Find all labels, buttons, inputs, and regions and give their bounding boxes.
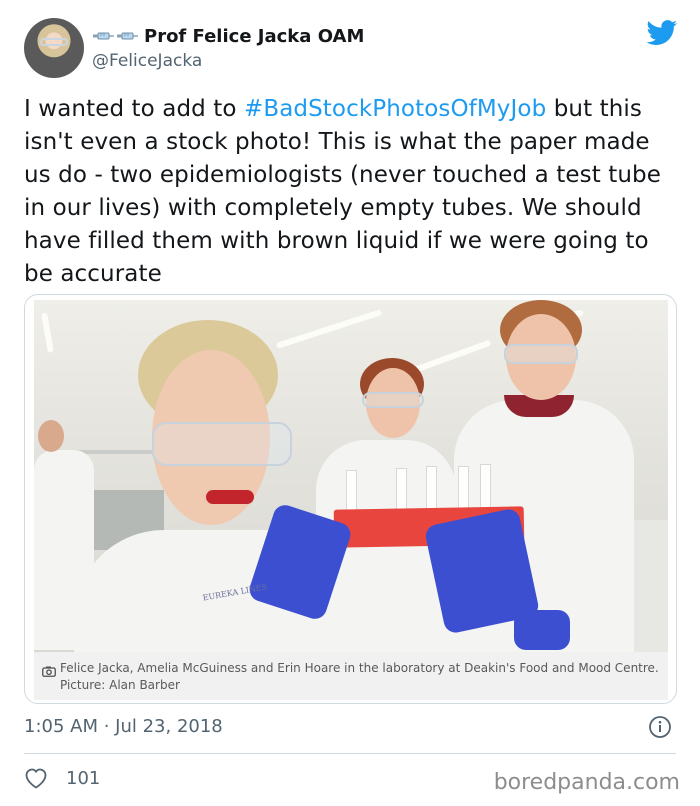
tweet-text-start: I wanted to add to (24, 96, 244, 122)
photo-caption: Felice Jacka, Amelia McGuiness and Erin … (60, 661, 659, 692)
like-button[interactable]: 101 (24, 767, 100, 789)
syringe-icon (116, 29, 138, 43)
tweet-text: I wanted to add to #BadStockPhotosOfMyJo… (24, 93, 674, 291)
like-count: 101 (66, 767, 101, 789)
photo-caption-bar: Felice Jacka, Amelia McGuiness and Erin … (34, 652, 668, 700)
watermark: boredpanda.com (493, 770, 680, 795)
display-name[interactable]: Prof Felice Jacka OAM (144, 26, 364, 47)
test-tube (426, 466, 437, 514)
heart-icon[interactable] (24, 767, 48, 789)
person-front-goggles (152, 422, 292, 466)
person-middle-goggles (362, 392, 424, 408)
divider (24, 753, 676, 754)
hashtag-link[interactable]: #BadStockPhotosOfMyJob (244, 96, 546, 122)
avatar[interactable] (24, 18, 84, 78)
camera-icon (42, 662, 56, 677)
person-right-goggles (504, 344, 578, 364)
media-card[interactable]: EUREKA LINES Felice Jacka, Amelia McGuin… (24, 294, 677, 704)
tweet-card: Prof Felice Jacka OAM @FeliceJacka I wan… (0, 0, 700, 806)
lab-shelf (74, 450, 164, 454)
lab-photo[interactable]: EUREKA LINES (34, 300, 668, 652)
test-tube (480, 464, 491, 512)
name-row: Prof Felice Jacka OAM (92, 24, 364, 48)
tweet-timestamp[interactable]: 1:05 AM · Jul 23, 2018 (24, 716, 223, 737)
info-icon[interactable] (648, 715, 672, 739)
ceiling-light (275, 309, 383, 349)
twitter-bird-icon[interactable] (646, 20, 678, 46)
syringe-icon (92, 29, 114, 43)
person-front-lips (206, 490, 254, 504)
tweet-text-end: but this isn't even a stock photo! This … (24, 96, 661, 287)
background-person-face (38, 420, 64, 452)
avatar-glasses (40, 38, 68, 46)
user-handle[interactable]: @FeliceJacka (92, 51, 202, 71)
ceiling-light (41, 312, 54, 353)
